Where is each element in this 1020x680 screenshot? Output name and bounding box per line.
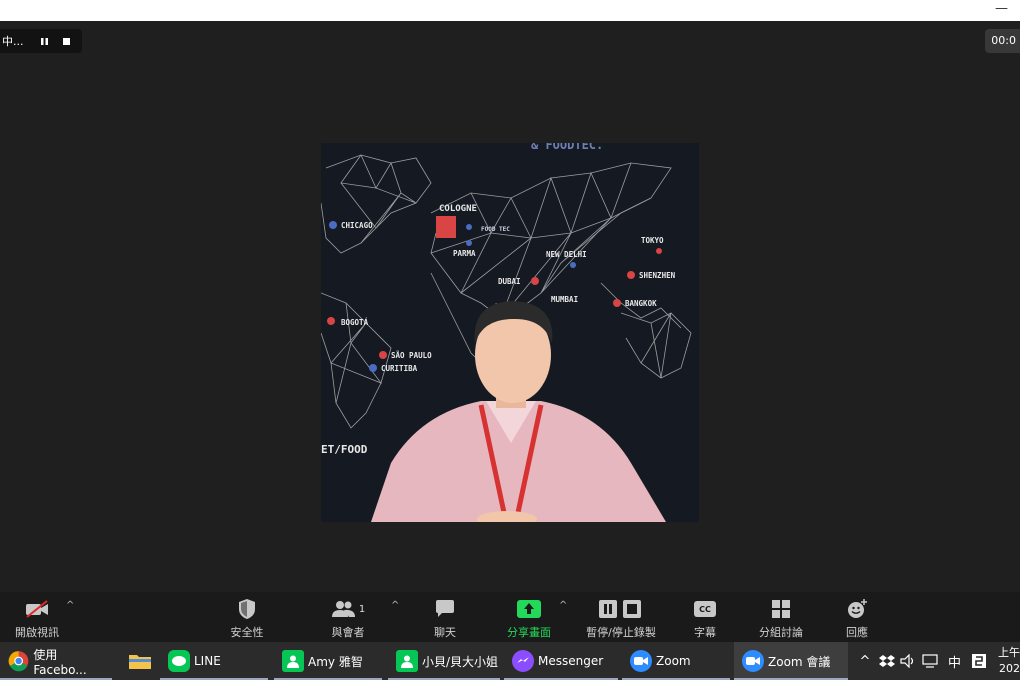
meeting-timer: 00:0	[985, 29, 1020, 53]
taskbar-app-label: Amy 雅智	[308, 654, 363, 669]
zoom-icon	[630, 650, 652, 672]
reactions-button[interactable]: 回應	[840, 592, 874, 642]
grid-icon	[772, 600, 790, 618]
participants-count: 1	[358, 603, 366, 615]
logo-text: FOOD TEC	[481, 226, 510, 233]
taskbar-app-label: 小貝/貝大小姐	[422, 654, 499, 669]
cc-icon: CC	[694, 601, 716, 617]
taskbar-app-label: LINE	[194, 654, 221, 668]
captions-button[interactable]: CC 字幕	[686, 592, 724, 642]
participants-button[interactable]: 1 與會者	[324, 592, 372, 642]
dropbox-icon[interactable]	[878, 654, 896, 668]
pause-stop-recording-button[interactable]: 暫停/停止錄製	[580, 592, 662, 642]
share-screen-label: 分享畫面	[507, 626, 551, 639]
taskbar-app-chat-amy[interactable]: Amy 雅智	[274, 642, 382, 680]
shield-icon	[239, 599, 255, 619]
share-options-chevron-up-icon[interactable]: ^	[559, 600, 567, 611]
city-label: BOGOTÁ	[341, 318, 369, 327]
participant-video[interactable]: & FOODTEC. ET/FOOD CHICAGO COLOGNE PARMA…	[321, 143, 699, 522]
chat-bubble-icon	[436, 600, 454, 617]
breakout-rooms-label: 分組討論	[759, 626, 803, 639]
chrome-icon	[8, 651, 29, 672]
meeting-stage: 中... 00:0 & FOODTEC. ET/FOOD CHICAGO COL…	[0, 21, 1020, 592]
recording-indicator: 中...	[0, 29, 82, 53]
city-label: COLOGNE	[439, 204, 477, 214]
taskbar-app-label: Messenger	[538, 654, 604, 668]
chat-label: 聊天	[434, 626, 456, 639]
chat-button[interactable]: 聊天	[425, 592, 465, 642]
taskbar-app-zoom-meeting[interactable]: Zoom 會議	[734, 642, 848, 680]
pause-recording-button[interactable]	[34, 30, 56, 52]
reactions-label: 回應	[846, 626, 868, 639]
input-method-icon[interactable]	[971, 653, 987, 669]
start-video-button[interactable]: 開啟視訊	[10, 592, 64, 642]
stop-recording-button[interactable]	[56, 30, 78, 52]
city-label: SÃO PAULO	[391, 351, 432, 360]
participants-options-chevron-up-icon[interactable]: ^	[391, 600, 399, 611]
city-label: TOKYO	[641, 236, 664, 245]
video-options-chevron-up-icon[interactable]: ^	[66, 600, 74, 611]
pause-stop-recording-label: 暫停/停止錄製	[586, 626, 656, 639]
stop-icon	[63, 37, 70, 45]
security-label: 安全性	[230, 626, 264, 639]
city-label: MUMBAI	[551, 295, 578, 304]
emoji-add-icon	[848, 599, 867, 618]
show-hidden-icons-chevron-up-icon[interactable]: ^	[856, 654, 874, 669]
world-map-backdrop: & FOODTEC. ET/FOOD CHICAGO COLOGNE PARMA…	[321, 143, 699, 522]
pause-stop-icon	[599, 600, 641, 618]
taskbar-app-label: Zoom 會議	[768, 654, 831, 669]
map-top-text: & FOODTEC.	[531, 143, 603, 152]
map-bottom-text: ET/FOOD	[321, 443, 368, 456]
security-button[interactable]: 安全性	[222, 592, 272, 642]
taskbar-app-label: 使用 Facebo...	[33, 647, 87, 677]
breakout-rooms-button[interactable]: 分組討論	[754, 592, 808, 642]
start-video-label: 開啟視訊	[15, 626, 59, 639]
participants-icon	[331, 601, 355, 617]
city-label: NEW DELHI	[546, 250, 587, 259]
line-icon	[168, 650, 190, 672]
city-label: PARMA	[453, 249, 476, 258]
city-label: DUBAI	[498, 277, 521, 286]
windows-taskbar: 使用 Facebo... LINE Amy 雅智 小貝/貝大小姐 Messeng…	[0, 642, 1020, 680]
city-label: SHENZHEN	[639, 271, 676, 280]
share-screen-icon	[517, 600, 541, 618]
contact-icon	[282, 650, 304, 672]
taskbar-app-label: Zoom	[656, 654, 691, 668]
clock-date: 202	[999, 662, 1020, 675]
recording-status-text: 中...	[2, 35, 24, 48]
pause-icon	[41, 37, 48, 45]
share-screen-button[interactable]: 分享畫面	[502, 592, 556, 642]
system-tray: ^ 中	[856, 642, 987, 680]
ime-indicator[interactable]: 中	[948, 652, 961, 671]
meeting-toolbar: 開啟視訊 ^ 安全性 1 與會者 ^ 聊天 分享畫面 ^ 暫停/停止錄製 CC …	[0, 592, 1020, 642]
taskbar-app-chrome[interactable]: 使用 Facebo...	[0, 642, 112, 680]
system-clock[interactable]: 上午 202	[998, 645, 1020, 677]
city-label: CURITIBA	[381, 364, 418, 373]
participants-label: 與會者	[331, 626, 365, 639]
messenger-icon	[512, 650, 534, 672]
contact-icon	[396, 650, 418, 672]
taskbar-app-chat-xiaobei[interactable]: 小貝/貝大小姐	[388, 642, 500, 680]
taskbar-app-zoom[interactable]: Zoom	[622, 642, 730, 680]
window-title-bar: —	[0, 0, 1020, 21]
volume-icon[interactable]	[900, 654, 918, 668]
zoom-icon	[742, 650, 764, 672]
network-icon[interactable]	[922, 654, 940, 668]
clock-time: 上午	[998, 646, 1020, 659]
folder-icon	[129, 655, 151, 669]
taskbar-app-messenger[interactable]: Messenger	[504, 642, 618, 680]
video-off-icon	[26, 600, 48, 618]
taskbar-app-file-explorer[interactable]	[120, 642, 158, 680]
city-label: BANGKOK	[625, 299, 657, 308]
taskbar-app-line[interactable]: LINE	[160, 642, 268, 680]
city-label: CHICAGO	[341, 221, 373, 230]
minimize-button[interactable]: —	[995, 1, 1008, 16]
captions-label: 字幕	[694, 626, 716, 639]
